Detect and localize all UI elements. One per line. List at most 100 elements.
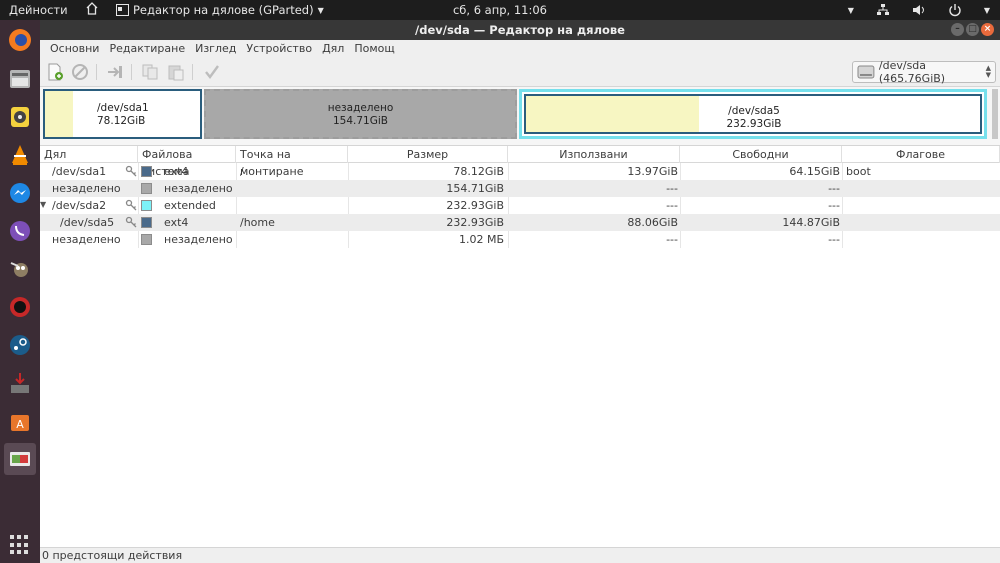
- cell-partition: /dev/sda1: [52, 165, 107, 178]
- column-header-filesystem[interactable]: Файлова система: [138, 146, 236, 178]
- toolbar: /dev/sda (465.76GiB) ▲ ▼: [40, 57, 1000, 87]
- cell-used: ---: [666, 199, 678, 212]
- toolbar-separator: [131, 64, 132, 80]
- network-icon[interactable]: [876, 3, 890, 17]
- cell-free: ---: [828, 233, 840, 246]
- cell-filesystem: незаделено: [164, 182, 233, 195]
- menu-bar: Основни Редактиране Изглед Устройство Дя…: [40, 40, 1000, 57]
- gparted-dock-icon[interactable]: [4, 443, 36, 475]
- chevron-down-icon: ▼: [317, 5, 324, 15]
- vlc-icon[interactable]: [4, 139, 36, 171]
- cell-size: 1.02 МБ: [458, 233, 504, 246]
- steam-icon[interactable]: [4, 329, 36, 361]
- menu-partition[interactable]: Дял: [317, 40, 349, 57]
- disk-segment-sda2-extended[interactable]: /dev/sda5 232.93GiB: [519, 89, 987, 139]
- disk-graphic-scrollbar[interactable]: [992, 89, 998, 139]
- app-red-circle-icon[interactable]: [4, 291, 36, 323]
- copy-icon[interactable]: [141, 63, 159, 81]
- viber-icon[interactable]: [4, 215, 36, 247]
- table-row[interactable]: незаделено незаделено 1.02 МБ --- ---: [40, 231, 1000, 248]
- cell-free: 64.15GiB: [789, 165, 840, 178]
- volume-icon[interactable]: [912, 3, 926, 17]
- column-header-flags[interactable]: Флагове: [842, 146, 1000, 163]
- column-header-free[interactable]: Свободни: [680, 146, 842, 163]
- segment-size: 78.12GiB: [97, 115, 146, 127]
- new-partition-icon[interactable]: [46, 63, 64, 81]
- segment-size: 232.93GiB: [726, 118, 782, 130]
- partition-table: Дял Файлова система Точка на монтиране Р…: [40, 145, 1000, 547]
- table-row[interactable]: /dev/sda5 ext4 /home 232.93GiB 88.06GiB …: [40, 214, 1000, 231]
- filesystem-color-swatch: [141, 183, 152, 194]
- gimp-icon[interactable]: [4, 253, 36, 285]
- window-titlebar[interactable]: /dev/sda — Редактор на дялове – □ ×: [40, 20, 1000, 40]
- cell-free: ---: [828, 199, 840, 212]
- minimize-button[interactable]: –: [951, 23, 964, 36]
- close-button[interactable]: ×: [981, 23, 994, 36]
- filesystem-color-swatch: [141, 200, 152, 211]
- cell-size: 232.93GiB: [446, 216, 504, 229]
- column-header-mountpoint[interactable]: Точка на монтиране: [236, 146, 348, 178]
- menu-view[interactable]: Изглед: [190, 40, 241, 57]
- column-header-size[interactable]: Размер: [348, 146, 508, 163]
- cell-partition: /dev/sda2: [52, 199, 107, 212]
- status-bar: 0 предстоящи действия: [40, 547, 1000, 563]
- cell-filesystem: незаделено: [164, 233, 233, 246]
- cell-size: 232.93GiB: [446, 199, 504, 212]
- menu-device[interactable]: Устройство: [241, 40, 317, 57]
- cell-partition: незаделено: [52, 182, 121, 195]
- cell-used: ---: [666, 233, 678, 246]
- cell-filesystem: ext4: [164, 216, 189, 229]
- paste-icon[interactable]: [167, 63, 185, 81]
- table-header: Дял Файлова система Точка на монтиране Р…: [40, 146, 1000, 178]
- column-header-partition[interactable]: Дял: [40, 146, 138, 163]
- apply-icon[interactable]: [203, 63, 221, 81]
- maximize-button[interactable]: □: [966, 23, 979, 36]
- cell-mountpoint: /home: [240, 216, 275, 229]
- pending-operations-text: 0 предстоящи действия: [42, 549, 183, 562]
- expander-arrow-icon[interactable]: ▼: [40, 200, 46, 209]
- home-icon[interactable]: [86, 2, 98, 16]
- app-menu[interactable]: Редактор на дялове (GParted) ▼: [116, 3, 324, 17]
- device-selector[interactable]: /dev/sda (465.76GiB) ▲ ▼: [852, 59, 996, 85]
- up-down-arrows-icon: ▲ ▼: [985, 64, 991, 79]
- cell-flags: boot: [846, 165, 871, 178]
- cell-used: 13.97GiB: [627, 165, 678, 178]
- menu-help[interactable]: Помощ: [349, 40, 399, 57]
- cell-free: ---: [828, 182, 840, 195]
- cell-filesystem: extended: [164, 199, 216, 212]
- messenger-icon[interactable]: [4, 177, 36, 209]
- cell-used: 88.06GiB: [627, 216, 678, 229]
- rhythmbox-icon[interactable]: [4, 101, 36, 133]
- key-icon: [125, 216, 137, 228]
- power-icon[interactable]: [948, 3, 962, 17]
- input-chevron-down-icon[interactable]: ▼: [848, 6, 854, 15]
- column-header-used[interactable]: Използвани: [508, 146, 680, 163]
- svg-text:A: A: [16, 418, 24, 431]
- activities-button[interactable]: Дейности: [9, 3, 68, 17]
- segment-name: /dev/sda5: [728, 105, 780, 117]
- menu-gparted[interactable]: Основни: [45, 40, 104, 57]
- table-row[interactable]: ▼ /dev/sda2 extended 232.93GiB --- ---: [40, 197, 1000, 214]
- disk-segment-sda5[interactable]: /dev/sda5 232.93GiB: [524, 94, 982, 134]
- files-icon[interactable]: [4, 63, 36, 95]
- show-applications-icon[interactable]: [10, 535, 30, 555]
- used-space-fill: [45, 91, 73, 137]
- delete-partition-icon[interactable]: [71, 63, 89, 81]
- system-menu-chevron-icon[interactable]: ▼: [984, 6, 990, 15]
- cell-size: 78.12GiB: [453, 165, 504, 178]
- installer-icon[interactable]: [4, 367, 36, 399]
- window-title: /dev/sda — Редактор на дялове: [415, 23, 625, 37]
- disk-segment-sda1[interactable]: /dev/sda1 78.12GiB: [43, 89, 202, 139]
- software-center-icon[interactable]: A: [4, 405, 36, 437]
- menu-edit[interactable]: Редактиране: [104, 40, 190, 57]
- cell-partition: незаделено: [52, 233, 121, 246]
- resize-move-icon[interactable]: [106, 63, 124, 81]
- disk-segment-unallocated[interactable]: незаделено 154.71GiB: [204, 89, 517, 139]
- filesystem-color-swatch: [141, 166, 152, 177]
- table-row[interactable]: /dev/sda1 ext4 / 78.12GiB 13.97GiB 64.15…: [40, 163, 1000, 180]
- filesystem-color-swatch: [141, 234, 152, 245]
- table-row[interactable]: незаделено незаделено 154.71GiB --- ---: [40, 180, 1000, 197]
- cell-free: 144.87GiB: [782, 216, 840, 229]
- top-bar: Дейности Редактор на дялове (GParted) ▼ …: [0, 0, 1000, 20]
- firefox-icon[interactable]: [4, 24, 36, 56]
